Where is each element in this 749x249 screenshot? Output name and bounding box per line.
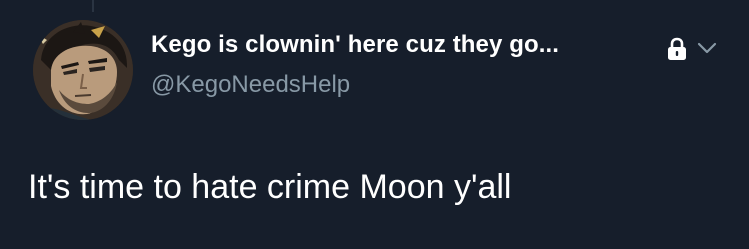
display-name[interactable]: Kego is clownin' here cuz they go... [151, 31, 559, 59]
lock-icon [668, 37, 686, 60]
user-handle[interactable]: @KegoNeedsHelp [151, 71, 350, 99]
avatar-portrait [33, 20, 133, 120]
tweet-text: It's time to hate crime Moon y'all [28, 168, 512, 206]
avatar[interactable] [33, 20, 133, 120]
chevron-down-icon[interactable] [696, 40, 718, 56]
thread-connector-line [92, 0, 94, 12]
